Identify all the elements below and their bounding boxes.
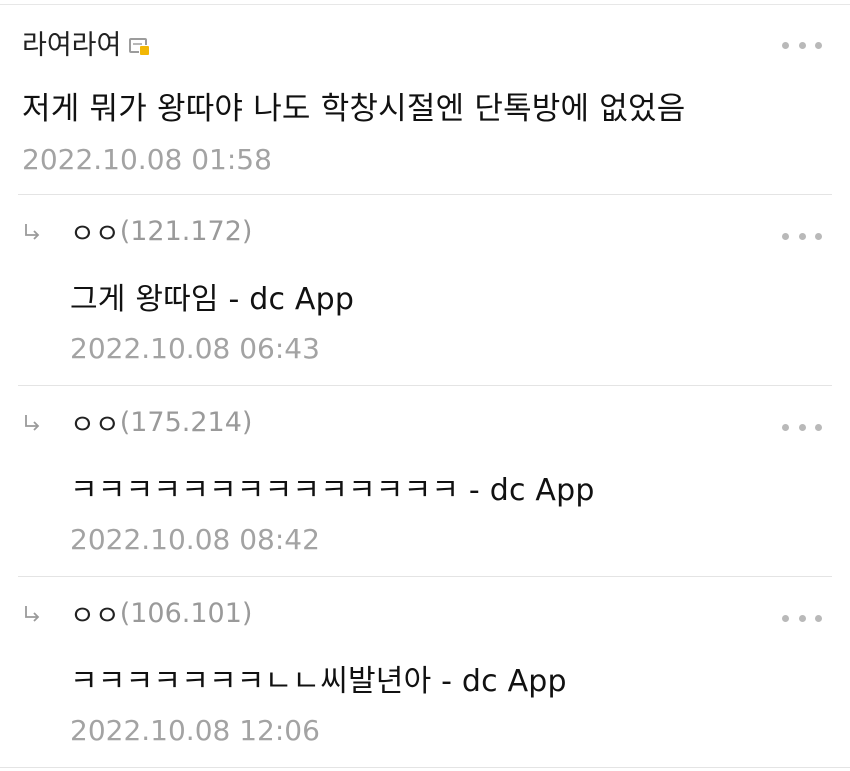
comment-author-line: 라여라여 [22, 23, 151, 62]
reply-content: 그게 왕따임 - dc App [70, 282, 355, 317]
reply-timestamp: 2022.10.08 06:43 [70, 332, 320, 365]
more-options-icon[interactable] [782, 612, 822, 624]
reply-author-line: ㅇㅇ (121.172) [70, 212, 253, 251]
reply-divider [0, 767, 850, 768]
reply-author-name[interactable]: ㅇㅇ [70, 594, 120, 633]
reply-author-name[interactable]: ㅇㅇ [70, 212, 120, 251]
reply-content: ㅋㅋㅋㅋㅋㅋㅋㅋㅋㅋㅋㅋㅋㅋ - dc App [70, 473, 595, 508]
reply-author-ip: (121.172) [119, 215, 253, 247]
reply-arrow-icon [25, 415, 40, 431]
gallery-badge-icon [129, 37, 151, 56]
comment-content: 저게 뭐가 왕따야 나도 학창시절엔 단톡방에 없었음 [22, 91, 686, 127]
comment-item: 라여라여 저게 뭐가 왕따야 나도 학창시절엔 단톡방에 없었음 2022.10… [0, 5, 850, 195]
reply-author-line: ㅇㅇ (175.214) [70, 403, 253, 442]
reply-item: ㅇㅇ (106.101) ㅋㅋㅋㅋㅋㅋㅋㄴㄴ씨발년아 - dc App 2022… [0, 578, 850, 768]
more-options-icon[interactable] [782, 421, 822, 433]
reply-arrow-icon [25, 606, 40, 622]
reply-timestamp: 2022.10.08 12:06 [70, 714, 320, 747]
reply-divider [18, 576, 832, 577]
comment-timestamp: 2022.10.08 01:58 [22, 143, 272, 176]
reply-author-line: ㅇㅇ (106.101) [70, 594, 253, 633]
reply-timestamp: 2022.10.08 08:42 [70, 523, 320, 556]
reply-divider [18, 385, 832, 386]
reply-item: ㅇㅇ (121.172) 그게 왕따임 - dc App 2022.10.08 … [0, 196, 850, 386]
reply-item: ㅇㅇ (175.214) ㅋㅋㅋㅋㅋㅋㅋㅋㅋㅋㅋㅋㅋㅋ - dc App 202… [0, 387, 850, 577]
reply-content: ㅋㅋㅋㅋㅋㅋㅋㄴㄴ씨발년아 - dc App [70, 664, 567, 699]
comment-divider [18, 194, 832, 195]
reply-author-ip: (106.101) [119, 597, 253, 629]
more-options-icon[interactable] [782, 230, 822, 242]
reply-author-name[interactable]: ㅇㅇ [70, 403, 120, 442]
reply-arrow-icon [25, 224, 40, 240]
comment-author-name[interactable]: 라여라여 [22, 23, 121, 62]
more-options-icon[interactable] [782, 39, 822, 51]
reply-author-ip: (175.214) [119, 406, 253, 438]
